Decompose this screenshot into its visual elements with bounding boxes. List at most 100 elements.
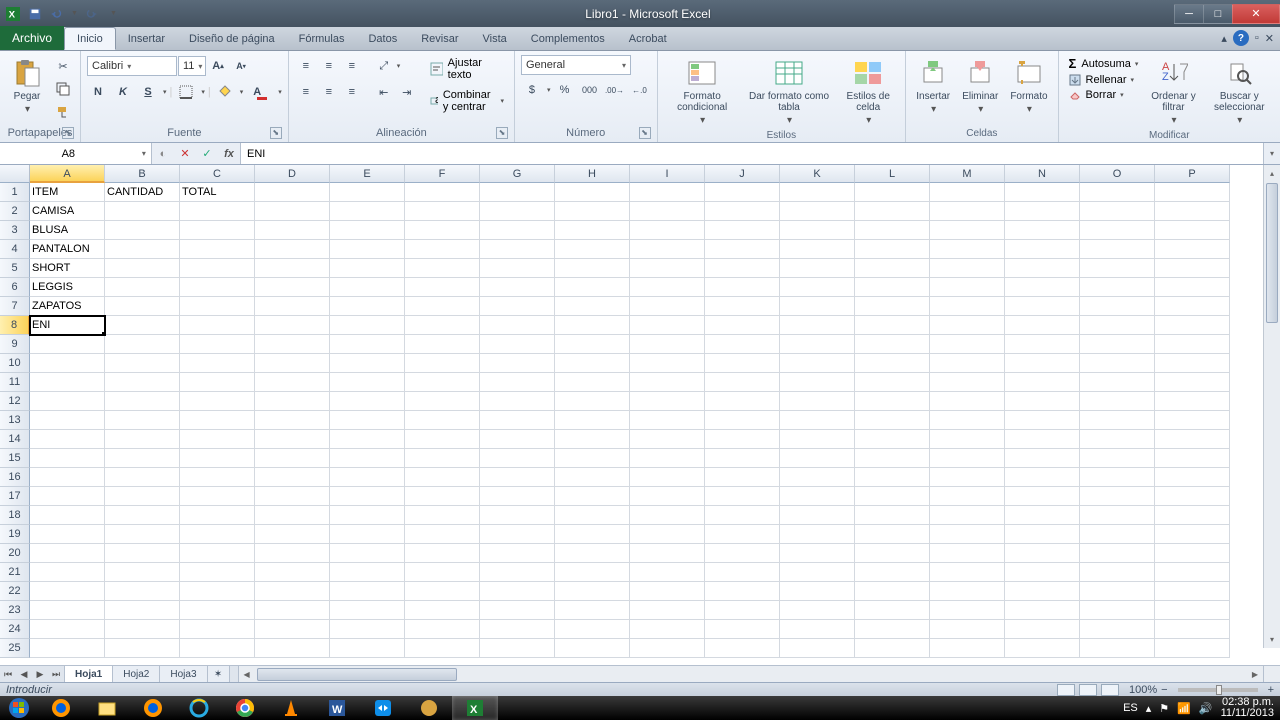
cell[interactable] bbox=[105, 544, 180, 563]
comma-icon[interactable]: 000 bbox=[579, 79, 601, 101]
cell[interactable] bbox=[1155, 335, 1230, 354]
tray-network-icon[interactable]: 📶 bbox=[1177, 702, 1191, 715]
cell[interactable] bbox=[105, 411, 180, 430]
cell[interactable] bbox=[180, 259, 255, 278]
cell[interactable] bbox=[330, 449, 405, 468]
cell[interactable] bbox=[705, 639, 780, 658]
cell[interactable] bbox=[30, 430, 105, 449]
cell[interactable]: LEGGIS bbox=[30, 278, 105, 297]
font-size-combo[interactable]: 11▾ bbox=[178, 56, 206, 76]
cell[interactable] bbox=[705, 354, 780, 373]
cell[interactable] bbox=[630, 202, 705, 221]
cell[interactable] bbox=[630, 449, 705, 468]
cell[interactable] bbox=[930, 183, 1005, 202]
cell[interactable] bbox=[105, 639, 180, 658]
tray-lang[interactable]: ES bbox=[1123, 702, 1138, 714]
cell[interactable] bbox=[855, 525, 930, 544]
cell[interactable] bbox=[255, 430, 330, 449]
cell[interactable] bbox=[555, 639, 630, 658]
cell[interactable] bbox=[255, 639, 330, 658]
cell[interactable] bbox=[1155, 468, 1230, 487]
cell[interactable] bbox=[480, 506, 555, 525]
start-button[interactable] bbox=[0, 696, 38, 720]
cell[interactable] bbox=[1080, 240, 1155, 259]
cell[interactable] bbox=[630, 316, 705, 335]
cell[interactable] bbox=[405, 373, 480, 392]
cell[interactable] bbox=[705, 240, 780, 259]
cell[interactable] bbox=[855, 240, 930, 259]
formula-bar-expand-icon[interactable]: ◐ bbox=[152, 143, 174, 165]
select-all-corner[interactable] bbox=[0, 165, 30, 183]
cell[interactable] bbox=[105, 221, 180, 240]
find-select-button[interactable]: Buscar y seleccionar▾ bbox=[1205, 55, 1274, 128]
cell[interactable] bbox=[930, 449, 1005, 468]
cell[interactable] bbox=[255, 259, 330, 278]
cell[interactable] bbox=[930, 392, 1005, 411]
file-tab[interactable]: Archivo bbox=[0, 26, 64, 50]
cell[interactable] bbox=[780, 373, 855, 392]
cell[interactable] bbox=[705, 297, 780, 316]
cell[interactable] bbox=[1080, 183, 1155, 202]
cell[interactable] bbox=[1005, 221, 1080, 240]
cell[interactable] bbox=[105, 202, 180, 221]
zoom-slider[interactable] bbox=[1178, 688, 1258, 692]
cell[interactable] bbox=[555, 316, 630, 335]
horizontal-scrollbar[interactable]: ◀ ▶ bbox=[238, 666, 1280, 683]
cell[interactable]: ZAPATOS bbox=[30, 297, 105, 316]
cell[interactable] bbox=[780, 183, 855, 202]
cell[interactable] bbox=[405, 335, 480, 354]
cell[interactable] bbox=[1080, 544, 1155, 563]
cell[interactable]: CAMISA bbox=[30, 202, 105, 221]
grow-font-icon[interactable]: A▴ bbox=[207, 55, 229, 77]
clear-button[interactable]: Borrar▾ bbox=[1065, 88, 1143, 102]
cell[interactable] bbox=[255, 563, 330, 582]
sheet-nav-prev[interactable]: ◀ bbox=[16, 666, 32, 683]
cell[interactable] bbox=[780, 392, 855, 411]
cell[interactable] bbox=[1080, 354, 1155, 373]
cell[interactable] bbox=[705, 411, 780, 430]
row-header[interactable]: 1 bbox=[0, 183, 30, 202]
cell[interactable] bbox=[705, 449, 780, 468]
taskbar-word-icon[interactable]: W bbox=[314, 696, 360, 720]
cell[interactable] bbox=[255, 392, 330, 411]
row-header[interactable]: 16 bbox=[0, 468, 30, 487]
row-header[interactable]: 6 bbox=[0, 278, 30, 297]
cell[interactable] bbox=[780, 506, 855, 525]
cell[interactable] bbox=[1080, 563, 1155, 582]
cell[interactable] bbox=[30, 392, 105, 411]
cell[interactable] bbox=[405, 525, 480, 544]
row-header[interactable]: 5 bbox=[0, 259, 30, 278]
cell[interactable] bbox=[480, 487, 555, 506]
font-dialog-launcher[interactable]: ⬊ bbox=[270, 127, 282, 139]
cell[interactable] bbox=[255, 240, 330, 259]
cell[interactable] bbox=[630, 506, 705, 525]
cell[interactable] bbox=[405, 620, 480, 639]
cell[interactable] bbox=[780, 525, 855, 544]
cell[interactable] bbox=[930, 620, 1005, 639]
cell[interactable] bbox=[330, 430, 405, 449]
cell[interactable] bbox=[780, 259, 855, 278]
cell[interactable] bbox=[480, 354, 555, 373]
cell[interactable] bbox=[480, 392, 555, 411]
enter-icon[interactable]: ✓ bbox=[196, 143, 218, 165]
cell[interactable] bbox=[1080, 316, 1155, 335]
row-header[interactable]: 2 bbox=[0, 202, 30, 221]
cell[interactable] bbox=[330, 582, 405, 601]
window-restore-icon[interactable]: ▫ bbox=[1255, 32, 1259, 44]
cell[interactable] bbox=[1005, 563, 1080, 582]
cell[interactable] bbox=[30, 335, 105, 354]
cell[interactable] bbox=[1080, 392, 1155, 411]
cell[interactable] bbox=[1005, 544, 1080, 563]
cell[interactable] bbox=[405, 506, 480, 525]
cell[interactable] bbox=[1155, 449, 1230, 468]
cell[interactable] bbox=[555, 525, 630, 544]
cell[interactable] bbox=[405, 639, 480, 658]
cell[interactable] bbox=[480, 373, 555, 392]
zoom-level[interactable]: 100% bbox=[1129, 684, 1157, 696]
cell[interactable] bbox=[105, 316, 180, 335]
formula-input[interactable]: ENI bbox=[241, 143, 1263, 164]
cell[interactable] bbox=[405, 278, 480, 297]
cell[interactable] bbox=[930, 506, 1005, 525]
cell[interactable] bbox=[1005, 411, 1080, 430]
cell[interactable] bbox=[555, 202, 630, 221]
